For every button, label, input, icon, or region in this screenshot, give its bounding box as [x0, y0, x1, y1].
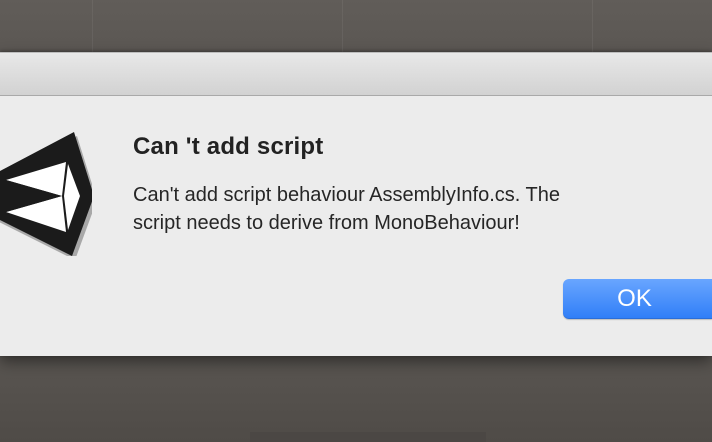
dialog-message: Can't add script behaviour AssemblyInfo.… [133, 181, 693, 237]
editor-background-bottom [0, 356, 712, 442]
dialog-title: Can 't add script [133, 133, 324, 160]
ok-button[interactable]: OK [563, 279, 712, 319]
dialog-message-line: Can't add script behaviour AssemblyInfo.… [133, 184, 561, 206]
unity-logo-icon [0, 130, 97, 260]
editor-background-top [0, 0, 712, 52]
dialog-titlebar [0, 52, 712, 96]
alert-dialog: Can 't add script Can't add script behav… [0, 52, 712, 356]
editor-background-strip [250, 432, 486, 442]
dialog-message-line: script needs to derive from MonoBehaviou… [133, 212, 520, 234]
